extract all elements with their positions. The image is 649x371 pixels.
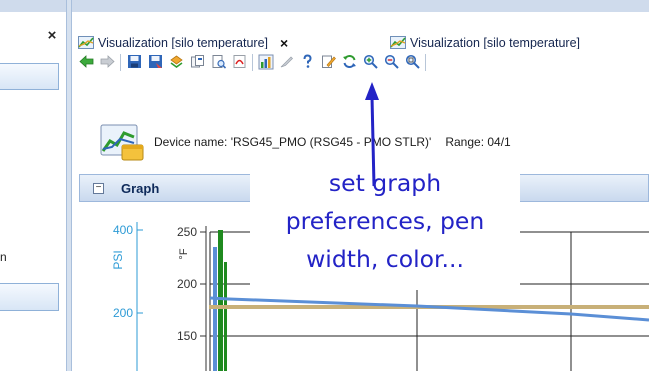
forward-arrow-icon[interactable] <box>99 53 116 70</box>
zoom-out-icon[interactable] <box>383 53 400 70</box>
left-panel-close-button[interactable]: × <box>44 28 60 43</box>
refresh-icon[interactable] <box>341 53 358 70</box>
pdf-icon[interactable] <box>231 53 248 70</box>
copy-icon[interactable] <box>189 53 206 70</box>
toolbar-separator <box>425 54 426 71</box>
psi-tick-label: 400 <box>113 223 133 237</box>
temp-unit-label: °F <box>178 248 190 259</box>
graph-preferences-icon[interactable] <box>257 53 274 70</box>
left-panel-top-strip <box>0 0 66 12</box>
edit-icon[interactable] <box>320 53 337 70</box>
save-icon[interactable] <box>126 53 143 70</box>
device-name: Device name: 'RSG45_PMO (RSG45 - PMO STL… <box>154 135 432 149</box>
zoom-fit-icon[interactable] <box>404 53 421 70</box>
series-green-bar <box>218 230 223 371</box>
collapse-toggle[interactable]: − <box>93 183 104 194</box>
chart-icon <box>390 35 407 50</box>
save-as-icon[interactable] <box>147 53 164 70</box>
annotation-text: set graph preferences, pen width, color.… <box>285 169 485 273</box>
pen-icon[interactable] <box>278 53 295 70</box>
toolbar-separator <box>120 54 121 71</box>
document-top-strip <box>72 0 649 12</box>
chart-icon <box>78 35 95 50</box>
psi-unit-label: PSI <box>111 250 125 269</box>
tab-label: Visualization [silo temperature] <box>410 35 580 50</box>
temp-tick-label: 200 <box>177 277 197 291</box>
help-icon[interactable] <box>299 53 316 70</box>
print-preview-icon[interactable] <box>210 53 227 70</box>
export-icon[interactable] <box>168 53 185 70</box>
back-arrow-icon[interactable] <box>78 53 95 70</box>
toolbar-separator <box>252 54 253 71</box>
temp-tick-label: 150 <box>177 329 197 343</box>
left-panel-section-bar[interactable] <box>0 283 59 311</box>
graph-section-title: Graph <box>121 181 160 196</box>
tab-label: Visualization [silo temperature] <box>98 35 268 50</box>
left-dock-panel: × n <box>0 0 66 371</box>
range-text: Range: 04/1 <box>445 135 511 149</box>
left-panel-cut-text: n <box>0 250 7 264</box>
toolbar <box>72 49 649 73</box>
device-chart-icon <box>100 123 144 161</box>
series-green-bar <box>224 262 227 371</box>
device-info: Device name: 'RSG45_PMO (RSG45 - PMO STL… <box>154 135 511 149</box>
left-panel-header-bar[interactable] <box>0 63 59 90</box>
zoom-in-icon[interactable] <box>362 53 379 70</box>
temp-tick-label: 250 <box>177 225 197 239</box>
psi-tick-label: 200 <box>113 306 133 320</box>
